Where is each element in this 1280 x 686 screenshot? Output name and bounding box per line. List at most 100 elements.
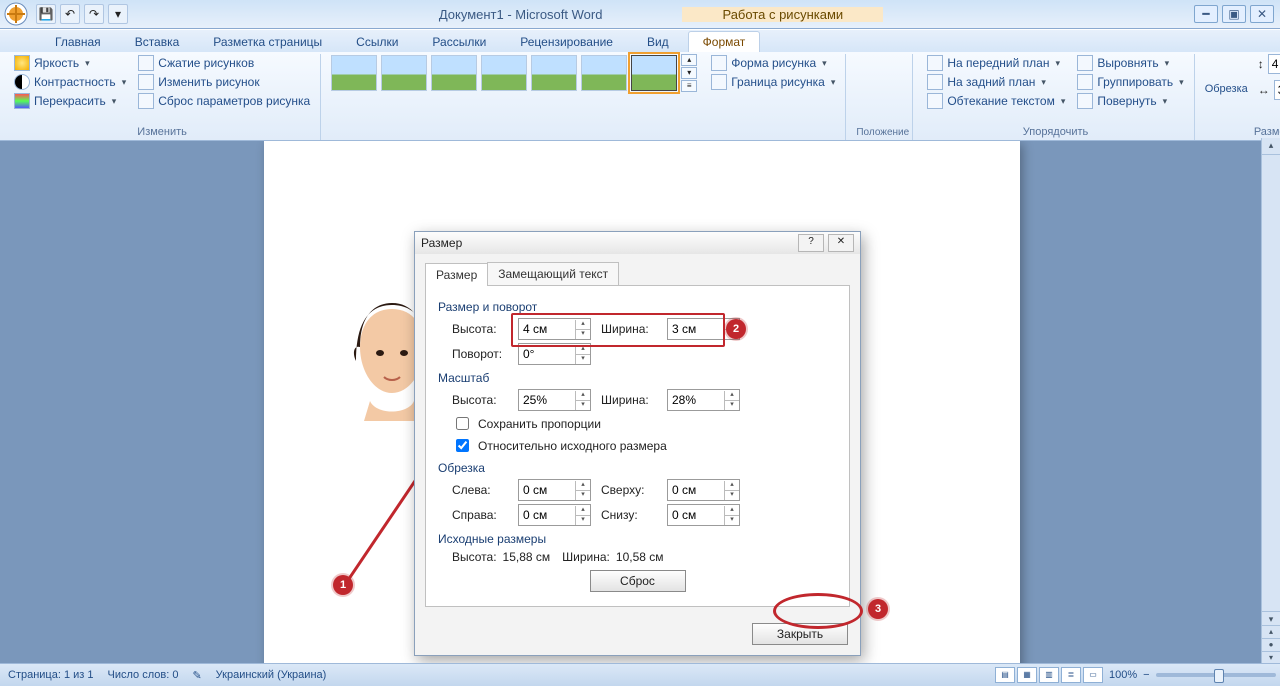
input-height[interactable]: ▴▾ — [518, 318, 591, 340]
zoom-slider[interactable] — [1156, 673, 1276, 677]
recolor-button[interactable]: Перекрасить — [10, 92, 130, 110]
reset-button[interactable]: Сброс — [590, 570, 686, 592]
style-thumb[interactable] — [381, 55, 427, 91]
orig-height-label: Высота: — [452, 550, 497, 564]
style-thumb[interactable] — [431, 55, 477, 91]
status-words[interactable]: Число слов: 0 — [108, 669, 179, 681]
shape-icon — [711, 55, 727, 71]
crop-label[interactable]: Обрезка — [1205, 83, 1248, 95]
tab-home[interactable]: Главная — [40, 31, 116, 52]
text-wrap-button[interactable]: Обтекание текстом — [923, 92, 1069, 110]
tab-refs[interactable]: Ссылки — [341, 31, 413, 52]
group-label-arrange: Упорядочить — [923, 125, 1187, 140]
rotate-button[interactable]: Повернуть — [1073, 92, 1187, 110]
full-screen-icon[interactable]: ▦ — [1017, 667, 1037, 683]
document-area: 1 Размер ? ✕ Размер Замещающий текст Раз… — [0, 141, 1280, 669]
group-arrange: На передний план На задний план Обтекани… — [919, 54, 1194, 140]
contrast-button[interactable]: Контрастность — [10, 73, 130, 91]
checkbox-lock-aspect[interactable] — [456, 417, 469, 430]
brightness-button[interactable]: Яркость — [10, 54, 130, 72]
titlebar: 💾 ↶ ↷ ▾ Документ1 - Microsoft Word Работ… — [0, 0, 1280, 29]
group-styles: ▴ ▾ ≡ Форма рисунка Граница рисунка — [327, 54, 846, 140]
close-dialog-button[interactable]: Закрыть — [752, 623, 848, 645]
callout-1: 1 — [333, 575, 353, 595]
group-button[interactable]: Группировать — [1073, 73, 1187, 91]
style-thumb[interactable] — [581, 55, 627, 91]
input-crop-left[interactable]: ▴▾ — [518, 479, 591, 501]
statusbar: Страница: 1 из 1 Число слов: 0 ✎ Украинс… — [0, 663, 1280, 686]
picture-styles-gallery[interactable]: ▴ ▾ ≡ — [331, 54, 697, 92]
picture-shape-button[interactable]: Форма рисунка — [707, 54, 839, 72]
tab-insert[interactable]: Вставка — [120, 31, 195, 52]
group-size: Обрезка ↕ ▴▾ ↔ ▴▾ Размер — [1201, 54, 1280, 140]
label-bottom: Снизу: — [601, 508, 657, 522]
input-crop-top[interactable]: ▴▾ — [667, 479, 740, 501]
outline-icon[interactable]: ≣ — [1061, 667, 1081, 683]
send-back-button[interactable]: На задний план — [923, 73, 1069, 91]
zoom-out-button[interactable]: − — [1143, 669, 1149, 681]
input-scale-h[interactable]: ▴▾ — [518, 389, 591, 411]
style-thumb[interactable] — [531, 55, 577, 91]
redo-icon[interactable]: ↷ — [84, 4, 104, 24]
proofing-icon[interactable]: ✎ — [192, 669, 201, 682]
status-page[interactable]: Страница: 1 из 1 — [8, 669, 94, 681]
browse-object-icon[interactable]: ● — [1262, 638, 1280, 651]
undo-icon[interactable]: ↶ — [60, 4, 80, 24]
width-spinner[interactable]: ▴▾ — [1274, 80, 1280, 100]
align-button[interactable]: Выровнять — [1073, 54, 1187, 72]
callout-3: 3 — [868, 599, 888, 619]
tab-format[interactable]: Формат — [688, 31, 761, 52]
zoom-level[interactable]: 100% — [1109, 669, 1137, 681]
gallery-more-icon[interactable]: ≡ — [681, 80, 697, 92]
gallery-up-icon[interactable]: ▴ — [681, 54, 697, 66]
scroll-up-icon[interactable]: ▴ — [1262, 138, 1280, 155]
compress-icon — [138, 55, 154, 71]
qat-more-icon[interactable]: ▾ — [108, 4, 128, 24]
label-left: Слева: — [452, 483, 508, 497]
height-spinner[interactable]: ▴▾ — [1268, 54, 1280, 74]
maximize-button[interactable]: ▣ — [1222, 5, 1246, 23]
status-language[interactable]: Украинский (Украина) — [216, 669, 327, 681]
checkbox-relative[interactable] — [456, 439, 469, 452]
section-size-rotate: Размер и поворот — [438, 300, 837, 314]
dialog-tab-size[interactable]: Размер — [425, 263, 488, 286]
ribbon-tabs: Главная Вставка Разметка страницы Ссылки… — [0, 29, 1280, 52]
dialog-help-button[interactable]: ? — [798, 234, 824, 252]
group-label-adjust: Изменить — [10, 125, 314, 140]
dialog-close-button[interactable]: ✕ — [828, 234, 854, 252]
style-thumb[interactable] — [481, 55, 527, 91]
tab-layout[interactable]: Разметка страницы — [198, 31, 337, 52]
crop-icon[interactable] — [1212, 54, 1240, 82]
section-original: Исходные размеры — [438, 532, 837, 546]
picture-border-button[interactable]: Граница рисунка — [707, 73, 839, 91]
view-switcher[interactable]: ▤ ▦ ▥ ≣ ▭ — [995, 667, 1103, 683]
close-button[interactable]: ✕ — [1250, 5, 1274, 23]
input-crop-bottom[interactable]: ▴▾ — [667, 504, 740, 526]
change-picture-button[interactable]: Изменить рисунок — [134, 73, 314, 91]
reset-picture-button[interactable]: Сброс параметров рисунка — [134, 92, 314, 110]
position-icon[interactable] — [865, 54, 897, 86]
style-thumb[interactable] — [331, 55, 377, 91]
group-label-styles — [331, 125, 839, 140]
compress-button[interactable]: Сжатие рисунков — [134, 54, 314, 72]
bring-front-button[interactable]: На передний план — [923, 54, 1069, 72]
tab-review[interactable]: Рецензирование — [505, 31, 628, 52]
input-rotate[interactable]: ▴▾ — [518, 343, 591, 365]
width-icon: ↔ — [1258, 83, 1270, 97]
draft-icon[interactable]: ▭ — [1083, 667, 1103, 683]
print-layout-icon[interactable]: ▤ — [995, 667, 1015, 683]
tab-view[interactable]: Вид — [632, 31, 684, 52]
height-icon: ↕ — [1258, 57, 1264, 71]
gallery-down-icon[interactable]: ▾ — [681, 67, 697, 79]
prev-page-icon[interactable]: ▴ — [1262, 625, 1280, 638]
dialog-tab-alt-text[interactable]: Замещающий текст — [487, 262, 619, 285]
vertical-scrollbar[interactable]: ▴ ▾ ▴●▾ — [1261, 138, 1280, 664]
web-layout-icon[interactable]: ▥ — [1039, 667, 1059, 683]
office-button[interactable] — [0, 0, 32, 28]
minimize-button[interactable]: ━ — [1194, 5, 1218, 23]
save-icon[interactable]: 💾 — [36, 4, 56, 24]
tab-mail[interactable]: Рассылки — [417, 31, 501, 52]
input-crop-right[interactable]: ▴▾ — [518, 504, 591, 526]
style-thumb-selected[interactable] — [631, 55, 677, 91]
input-scale-w[interactable]: ▴▾ — [667, 389, 740, 411]
